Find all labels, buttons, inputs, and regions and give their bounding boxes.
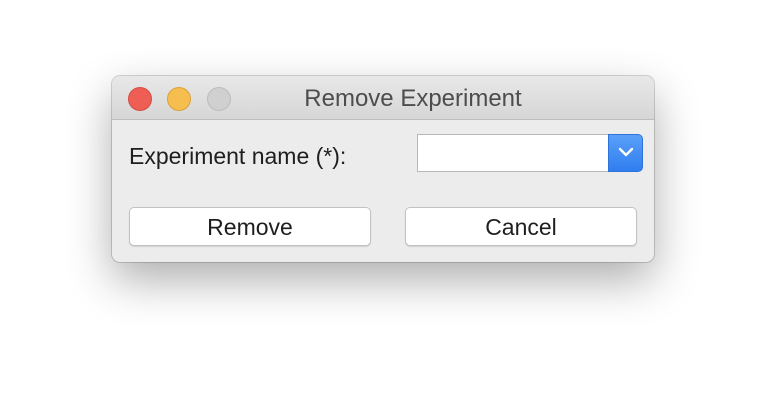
remove-experiment-dialog: Remove Experiment Experiment name (*): R… (112, 76, 654, 262)
window-title: Remove Experiment (304, 85, 522, 112)
title-bar[interactable]: Remove Experiment (112, 76, 654, 120)
experiment-name-field[interactable] (417, 134, 609, 172)
experiment-name-label: Experiment name (*): (129, 143, 347, 169)
cancel-button[interactable]: Cancel (405, 207, 637, 246)
remove-button[interactable]: Remove (129, 207, 371, 246)
combobox-dropdown-button[interactable] (608, 134, 643, 172)
experiment-name-combobox[interactable] (417, 134, 643, 172)
chevron-down-icon (618, 144, 634, 162)
